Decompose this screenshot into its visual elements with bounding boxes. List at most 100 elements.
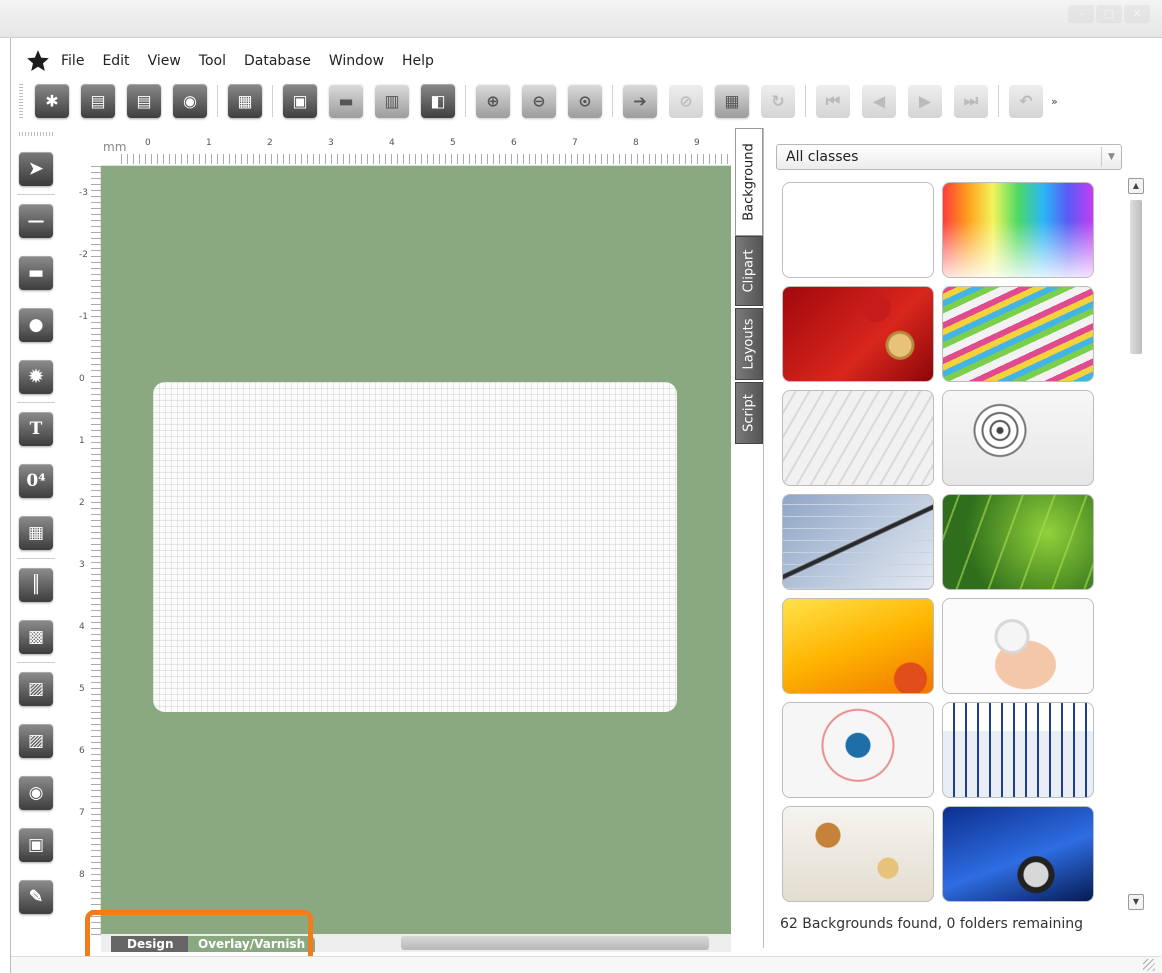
arrow-cursor-icon: ➤ bbox=[28, 159, 44, 179]
tab-layouts[interactable]: Layouts bbox=[735, 308, 763, 380]
save-button[interactable]: ▤ bbox=[127, 84, 161, 118]
menu-window[interactable]: Window bbox=[329, 53, 384, 69]
card-back-icon: ▬ bbox=[338, 91, 354, 111]
print-button[interactable]: ▦ bbox=[228, 84, 262, 118]
menu-file[interactable]: File bbox=[61, 53, 84, 69]
toolbar-separator bbox=[612, 85, 613, 117]
close-button[interactable]: ✕ bbox=[1124, 5, 1150, 23]
ruler-label: 7 bbox=[572, 138, 578, 148]
toolbar-separator bbox=[272, 85, 273, 117]
new-card-button[interactable]: ✱ bbox=[35, 84, 69, 118]
calendar-icon: ▦ bbox=[27, 523, 45, 543]
scroll-down-icon[interactable]: ▼ bbox=[1128, 894, 1144, 910]
camera-tool-button[interactable]: ◉ bbox=[19, 776, 53, 810]
db-connect-button[interactable]: ➔ bbox=[623, 84, 657, 118]
zoom-out-button[interactable]: ⊖ bbox=[522, 84, 556, 118]
open-button[interactable]: ▤ bbox=[81, 84, 115, 118]
background-thumbnail[interactable] bbox=[782, 702, 934, 798]
text-icon: T bbox=[29, 419, 43, 439]
card-design-surface[interactable] bbox=[153, 382, 677, 712]
class-filter-value: All classes bbox=[786, 149, 859, 165]
side-panel-tabs: Background Clipart Layouts Script bbox=[735, 128, 763, 488]
date-tool-button[interactable]: ▦ bbox=[19, 516, 53, 550]
ruler-label: 1 bbox=[206, 138, 212, 148]
tab-background[interactable]: Background bbox=[735, 128, 763, 236]
line-tool-button[interactable]: — bbox=[19, 204, 53, 238]
image-tool-button[interactable]: ▨ bbox=[19, 724, 53, 758]
background-thumbnail[interactable] bbox=[942, 494, 1094, 590]
ellipse-tool-button[interactable]: ● bbox=[19, 308, 53, 342]
last-record-button: ⏭ bbox=[954, 84, 988, 118]
select-tool-button[interactable]: ➤ bbox=[19, 152, 53, 186]
background-thumbnail[interactable] bbox=[782, 286, 934, 382]
ruler-label: 2 bbox=[267, 138, 273, 148]
ruler-label: 9 bbox=[694, 138, 700, 148]
background-thumbnail[interactable] bbox=[782, 390, 934, 486]
maximize-button[interactable]: □ bbox=[1096, 5, 1122, 23]
menu-view[interactable]: View bbox=[148, 53, 181, 69]
ruler-ticks bbox=[121, 154, 731, 164]
db-disconnect-button: ⊘ bbox=[669, 84, 703, 118]
tab-clipart[interactable]: Clipart bbox=[735, 236, 763, 306]
barcode-icon: ║ bbox=[30, 575, 42, 595]
resize-grip-icon[interactable] bbox=[1143, 959, 1155, 971]
card-front-button[interactable]: ▣ bbox=[283, 84, 317, 118]
background-thumbnail[interactable] bbox=[942, 286, 1094, 382]
zoom-fit-button[interactable]: ⊙ bbox=[568, 84, 602, 118]
card-properties-button[interactable]: ▥ bbox=[375, 84, 409, 118]
prev-record-icon: ◀ bbox=[872, 91, 886, 111]
window-titlebar: – □ ✕ bbox=[0, 0, 1162, 38]
counter-tool-button[interactable]: 0⁴ bbox=[19, 464, 53, 498]
tab-script[interactable]: Script bbox=[735, 382, 763, 444]
image-import-tool-button[interactable]: ▨ bbox=[19, 672, 53, 706]
signature-tool-button[interactable]: ✎ bbox=[19, 880, 53, 914]
zoom-in-button[interactable]: ⊕ bbox=[476, 84, 510, 118]
horizontal-scrollbar[interactable] bbox=[401, 936, 709, 950]
menu-database[interactable]: Database bbox=[244, 53, 311, 69]
toolbox-grip[interactable] bbox=[19, 132, 53, 136]
ruler-label: -2 bbox=[79, 250, 88, 260]
scrollbar-thumb[interactable] bbox=[1130, 200, 1142, 354]
db-table-icon: ▦ bbox=[724, 91, 740, 111]
background-thumbnail[interactable] bbox=[942, 390, 1094, 486]
encode-button[interactable]: ◧ bbox=[421, 84, 455, 118]
rectangle-tool-button[interactable]: ▬ bbox=[19, 256, 53, 290]
card-front-icon: ▣ bbox=[292, 91, 308, 111]
ruler-label: 4 bbox=[79, 622, 85, 632]
star-shape-tool-button[interactable]: ✹ bbox=[19, 360, 53, 394]
background-thumbnail[interactable] bbox=[782, 598, 934, 694]
save-as-button[interactable]: ◉ bbox=[173, 84, 207, 118]
save-icon: ▤ bbox=[136, 91, 152, 111]
main-toolbar: ✱ ▤ ▤ ◉ ▦ ▣ ▬ ▥ ◧ ⊕ ⊖ ⊙ ➔ ⊘ ▦ ↻ ⏮ ◀ ▶ ⏭ … bbox=[11, 78, 1161, 124]
toolbox-separator bbox=[17, 558, 55, 559]
minimize-button[interactable]: – bbox=[1068, 5, 1094, 23]
toolbar-separator bbox=[805, 85, 806, 117]
design-canvas[interactable] bbox=[101, 166, 731, 936]
menu-tool[interactable]: Tool bbox=[199, 53, 226, 69]
class-filter-select[interactable]: All classes ▼ bbox=[776, 144, 1122, 170]
card-back-button[interactable]: ▬ bbox=[329, 84, 363, 118]
background-thumbnail[interactable] bbox=[942, 702, 1094, 798]
background-thumbnail[interactable] bbox=[942, 806, 1094, 902]
qrcode-tool-button[interactable]: ▩ bbox=[19, 620, 53, 654]
ruler-label: -1 bbox=[79, 312, 88, 322]
menu-help[interactable]: Help bbox=[402, 53, 434, 69]
background-thumbnail[interactable] bbox=[782, 806, 934, 902]
background-thumbnail[interactable] bbox=[782, 182, 934, 278]
undo-record-button: ↶ bbox=[1009, 84, 1043, 118]
thumbnail-vertical-scrollbar[interactable]: ▲ ▼ bbox=[1126, 178, 1144, 910]
background-thumbnail[interactable] bbox=[942, 182, 1094, 278]
text-tool-button[interactable]: T bbox=[19, 412, 53, 446]
db-table-button[interactable]: ▦ bbox=[715, 84, 749, 118]
toolbar-grip[interactable] bbox=[19, 84, 23, 118]
ruler-label: 5 bbox=[79, 684, 85, 694]
photo-tool-button[interactable]: ▣ bbox=[19, 828, 53, 862]
background-thumbnail[interactable] bbox=[782, 494, 934, 590]
toolbar-overflow-button[interactable]: » bbox=[1051, 95, 1058, 108]
menu-edit[interactable]: Edit bbox=[102, 53, 129, 69]
scroll-up-icon[interactable]: ▲ bbox=[1128, 178, 1144, 194]
background-thumbnail[interactable] bbox=[942, 598, 1094, 694]
window-controls: – □ ✕ bbox=[1068, 5, 1150, 23]
barcode-tool-button[interactable]: ║ bbox=[19, 568, 53, 602]
db-disconnect-icon: ⊘ bbox=[679, 91, 693, 111]
